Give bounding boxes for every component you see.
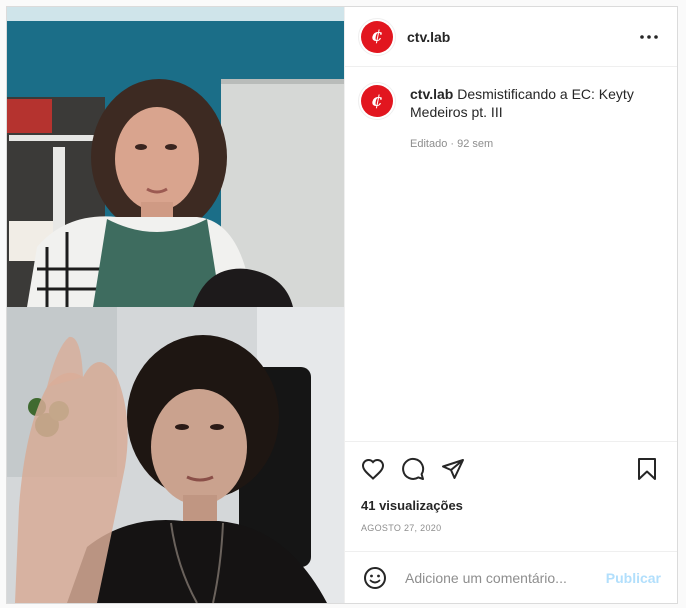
instagram-post: ¢ ctv.lab ¢ ctv.lab Desmistificando a EC… <box>6 6 678 604</box>
action-bar <box>345 442 677 484</box>
views-count[interactable]: 41 visualizações <box>345 484 677 513</box>
caption-avatar-logo-letter: ¢ <box>371 90 383 111</box>
paper-plane-icon[interactable] <box>439 455 467 483</box>
caption: ctv.lab Desmistificando a EC: Keyty Mede… <box>410 85 661 153</box>
emoji-icon[interactable] <box>361 564 389 592</box>
actions-area: 41 visualizações AGOSTO 27, 2020 <box>345 441 677 533</box>
post-date: AGOSTO 27, 2020 <box>361 523 442 533</box>
comment-input[interactable] <box>403 568 606 587</box>
caption-block: ¢ ctv.lab Desmistificando a EC: Keyty Me… <box>358 82 661 153</box>
video-frame-top <box>7 7 344 307</box>
caption-meta: Editado · 92 sem <box>410 138 494 150</box>
avatar-logo-letter: ¢ <box>371 26 383 46</box>
post-video[interactable] <box>7 7 344 603</box>
caption-avatar[interactable]: ¢ <box>358 82 396 120</box>
video-frame-bottom <box>7 307 344 603</box>
bookmark-icon[interactable] <box>633 455 661 483</box>
avatar[interactable]: ¢ <box>358 17 396 56</box>
comment-bar: Publicar <box>345 551 677 603</box>
username-link[interactable]: ctv.lab <box>407 29 450 45</box>
more-options-icon[interactable] <box>637 25 661 49</box>
publish-button[interactable]: Publicar <box>606 570 661 586</box>
post-header: ¢ ctv.lab <box>345 7 677 67</box>
post-side-panel: ¢ ctv.lab ¢ ctv.lab Desmistificando a EC… <box>344 7 677 603</box>
caption-username-link[interactable]: ctv.lab <box>410 86 453 102</box>
comment-icon[interactable] <box>399 455 427 483</box>
heart-icon[interactable] <box>359 455 387 483</box>
